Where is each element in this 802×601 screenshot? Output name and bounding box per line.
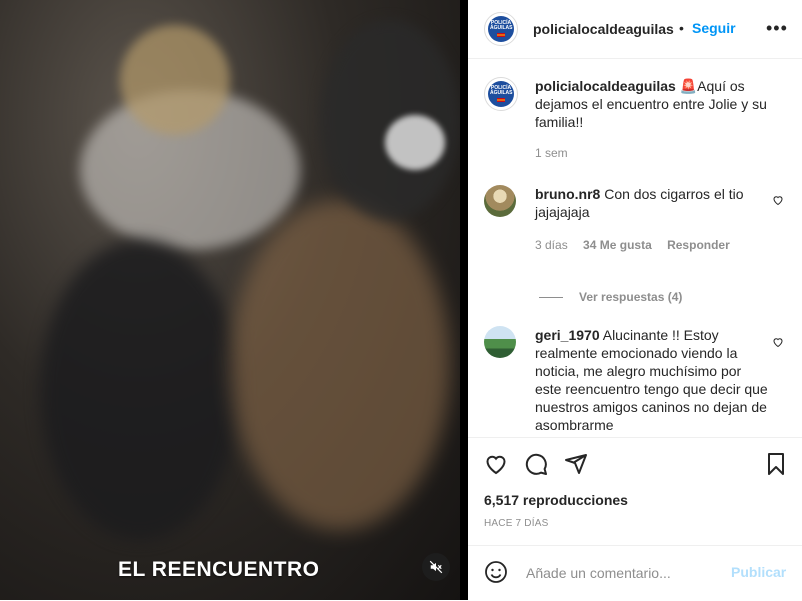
video-frame-figure-woman [230,200,450,530]
post-date: HACE 7 DÍAS [484,518,549,529]
comment-meta: 3 días 34 Me gusta Responder [535,238,730,252]
mute-button[interactable] [422,553,450,581]
caption-username[interactable]: policialocaldeaguilas [535,78,676,94]
police-logo-icon: POLICÍA ÁGUILAS [488,16,514,42]
view-replies-label[interactable]: Ver respuestas (4) [579,290,682,304]
video-player[interactable]: EL REENCUENTRO [0,0,460,600]
comment-input[interactable] [524,562,718,584]
siren-emoji-icon: 🚨 [679,78,698,94]
caption-time[interactable]: 1 sem [535,146,568,160]
flag-icon [497,33,505,37]
flag-icon [497,98,505,102]
video-frame-figure-dark [40,240,240,540]
post-header: POLICÍA ÁGUILAS policialocaldeaguilas • … [468,0,802,59]
comment-text-block: geri_1970 Alucinante !! Estoy realmente … [535,326,769,434]
heart-icon[interactable] [484,452,508,476]
avatar[interactable]: POLICÍA ÁGUILAS [484,12,518,46]
publish-button[interactable]: Publicar [731,564,786,580]
comment-username[interactable]: geri_1970 [535,327,600,343]
video-caption: EL REENCUENTRO [118,558,320,581]
video-frame-scooter [320,20,460,220]
header-username[interactable]: policialocaldeaguilas [533,21,674,37]
list-item: bruno.nr8 Con dos cigarros el tio jajaja… [484,185,784,285]
video-frame-figure-hair [120,25,230,135]
view-count[interactable]: 6,517 reproducciones [484,492,628,508]
police-logo-icon: POLICÍA ÁGUILAS [488,81,514,107]
separator-dot: • [679,20,684,36]
more-options-button[interactable]: ••• [766,18,788,39]
add-comment-bar: Publicar [468,545,802,601]
avatar[interactable]: POLICÍA ÁGUILAS [484,77,518,111]
bookmark-icon[interactable] [764,452,788,476]
heart-icon[interactable] [772,194,784,206]
comment-icon[interactable] [524,452,548,476]
comment-likes[interactable]: 34 Me gusta [583,238,652,252]
comments-list[interactable]: POLICÍA ÁGUILAS policialocaldeaguilas 🚨A… [468,59,802,437]
caption-text-block: policialocaldeaguilas 🚨Aquí os dejamos e… [535,77,769,131]
post-caption: POLICÍA ÁGUILAS policialocaldeaguilas 🚨A… [484,77,784,187]
avatar[interactable] [484,185,516,217]
reply-button[interactable]: Responder [667,238,730,252]
list-item: geri_1970 Alucinante !! Estoy realmente … [484,326,784,437]
avatar[interactable] [484,326,516,358]
comment-text-block: bruno.nr8 Con dos cigarros el tio jajaja… [535,185,769,221]
video-frame-headlight [385,115,445,170]
comment-time[interactable]: 3 días [535,238,568,252]
speaker-muted-icon [429,560,443,574]
heart-icon[interactable] [772,336,784,348]
post-panel: POLICÍA ÁGUILAS policialocaldeaguilas • … [468,0,802,600]
follow-button[interactable]: Seguir [692,20,736,36]
share-icon[interactable] [564,452,588,476]
view-replies-button[interactable]: Ver respuestas (4) [539,290,682,304]
divider [460,0,468,600]
post-actions: 6,517 reproducciones HACE 7 DÍAS [468,437,802,558]
replies-line [539,296,563,298]
emoji-icon[interactable] [484,560,508,584]
avatar-text: POLICÍA ÁGUILAS [490,85,513,96]
avatar-text: POLICÍA ÁGUILAS [490,20,513,31]
comment-username[interactable]: bruno.nr8 [535,186,600,202]
